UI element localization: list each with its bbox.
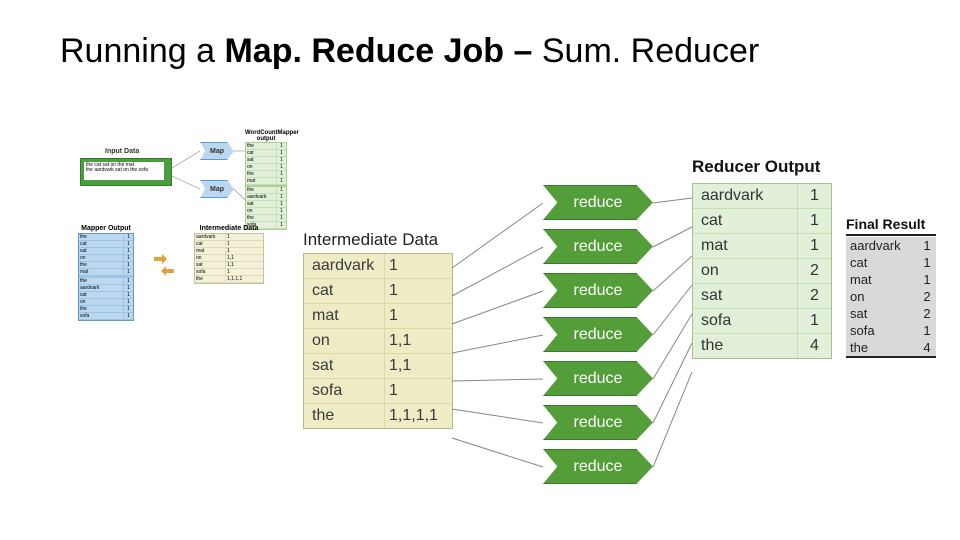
cell-key: aardvark bbox=[846, 237, 918, 254]
table-row: sofa1 bbox=[846, 322, 936, 339]
title-suffix: Sum. Reducer bbox=[542, 32, 759, 70]
cell-key: mat bbox=[846, 271, 918, 288]
cell-key: the bbox=[693, 334, 797, 358]
cell-value: 1,1 bbox=[384, 354, 452, 378]
cell-key: cat bbox=[304, 279, 384, 303]
table-row: the4 bbox=[693, 334, 831, 358]
table-row: cat1 bbox=[304, 279, 452, 304]
cell-value: 1 bbox=[384, 379, 452, 403]
thumb-mo-header: Mapper Output bbox=[78, 225, 134, 232]
thumb-connector-lines bbox=[80, 130, 280, 220]
cell-value: 1 bbox=[384, 254, 452, 278]
table-row: mat1 bbox=[693, 234, 831, 259]
cell-value: 1 bbox=[384, 304, 452, 328]
thumb-mo-table: the1cat1sat1on1the1mat1the1aardvark1sat1… bbox=[78, 233, 134, 321]
reduce-box: reduce bbox=[543, 449, 653, 484]
thumb-shuffle-icon bbox=[152, 253, 176, 277]
cell-key: aardvark bbox=[693, 184, 797, 208]
table-row: cat1 bbox=[693, 209, 831, 234]
cell-value: 1 bbox=[797, 309, 831, 333]
final-result-table: aardvark1cat1mat1on2sat2sofa1the4 bbox=[846, 237, 936, 358]
thumb-map-row: Input Data the cat sat on the mat the aa… bbox=[80, 130, 280, 220]
cell-value: 1 bbox=[797, 184, 831, 208]
cell-key: the bbox=[304, 404, 384, 428]
cell-value: 1 bbox=[797, 209, 831, 233]
cell-key: sat bbox=[846, 305, 918, 322]
table-row: aardvark1 bbox=[693, 184, 831, 209]
reduce-box: reduce bbox=[543, 405, 653, 440]
page-title: Running a Map. Reduce Job – Sum. Reducer bbox=[60, 32, 759, 71]
cell-key: sofa bbox=[846, 322, 918, 339]
cell-value: 2 bbox=[797, 259, 831, 283]
thumb-int-header: Intermediate Data bbox=[194, 225, 264, 232]
table-row: on1,1 bbox=[304, 329, 452, 354]
final-result-header: Final Result bbox=[846, 216, 936, 236]
table-row: cat1 bbox=[846, 254, 936, 271]
table-row: the1,1,1,1 bbox=[304, 404, 452, 428]
cell-key: aardvark bbox=[304, 254, 384, 278]
reducer-output-panel: Reducer Output aardvark1cat1mat1on2sat2s… bbox=[692, 157, 832, 359]
final-result-panel: Final Result aardvark1cat1mat1on2sat2sof… bbox=[846, 216, 936, 358]
table-row: aardvark1 bbox=[846, 237, 936, 254]
reduce-box: reduce bbox=[543, 361, 653, 396]
thumb-mapper-output: Mapper Output the1cat1sat1on1the1mat1the… bbox=[78, 225, 134, 321]
cell-key: sat bbox=[693, 284, 797, 308]
title-bold: Map. Reduce Job – bbox=[224, 32, 541, 70]
cell-key: cat bbox=[693, 209, 797, 233]
table-row: aardvark1 bbox=[304, 254, 452, 279]
reduce-box: reduce bbox=[543, 273, 653, 308]
intermediate-header: Intermediate Data bbox=[303, 230, 453, 250]
cell-value: 1 bbox=[918, 237, 936, 254]
reduce-box: reduce bbox=[543, 317, 653, 352]
table-row: on2 bbox=[693, 259, 831, 284]
cell-value: 1,1,1,1 bbox=[384, 404, 452, 428]
cell-value: 4 bbox=[918, 339, 936, 356]
cell-key: mat bbox=[693, 234, 797, 258]
cell-key: on bbox=[846, 288, 918, 305]
table-row: sat2 bbox=[846, 305, 936, 322]
table-row: mat1 bbox=[304, 304, 452, 329]
cell-value: 2 bbox=[918, 288, 936, 305]
cell-value: 4 bbox=[797, 334, 831, 358]
table-row: mat1 bbox=[846, 271, 936, 288]
thumb-int-table: aardvark1cat1mat1on1,1sat1,1sofa1the1,1,… bbox=[194, 233, 264, 284]
table-row: sat1,1 bbox=[304, 354, 452, 379]
cell-value: 2 bbox=[918, 305, 936, 322]
cell-key: sofa bbox=[693, 309, 797, 333]
thumb-bottom-row: Mapper Output the1cat1sat1on1the1mat1the… bbox=[78, 225, 264, 321]
cell-key: on bbox=[304, 329, 384, 353]
thumbnail-area: Input Data the cat sat on the mat the aa… bbox=[80, 130, 280, 220]
cell-key: sat bbox=[304, 354, 384, 378]
cell-value: 1 bbox=[918, 322, 936, 339]
cell-key: sofa bbox=[304, 379, 384, 403]
cell-value: 1,1 bbox=[384, 329, 452, 353]
reducer-output-table: aardvark1cat1mat1on2sat2sofa1the4 bbox=[692, 183, 832, 359]
cell-key: mat bbox=[304, 304, 384, 328]
reduce-box: reduce bbox=[543, 185, 653, 220]
intermediate-table: aardvark1cat1mat1on1,1sat1,1sofa1the1,1,… bbox=[303, 253, 453, 429]
cell-key: cat bbox=[846, 254, 918, 271]
reduce-stage: reduce reduce reduce reduce reduce reduce redu… bbox=[543, 185, 653, 493]
reduce-box: reduce bbox=[543, 229, 653, 264]
table-row: sat2 bbox=[693, 284, 831, 309]
intermediate-data-panel: Intermediate Data aardvark1cat1mat1on1,1… bbox=[303, 230, 453, 429]
thumb-intermediate: Intermediate Data aardvark1cat1mat1on1,1… bbox=[194, 225, 264, 284]
table-row: the4 bbox=[846, 339, 936, 356]
cell-value: 1 bbox=[918, 271, 936, 288]
cell-value: 2 bbox=[797, 284, 831, 308]
table-row: sofa1 bbox=[693, 309, 831, 334]
table-row: on2 bbox=[846, 288, 936, 305]
cell-value: 1 bbox=[384, 279, 452, 303]
cell-value: 1 bbox=[918, 254, 936, 271]
title-prefix: Running a bbox=[60, 32, 224, 70]
table-row: sofa1 bbox=[304, 379, 452, 404]
reducer-output-header: Reducer Output bbox=[692, 157, 832, 177]
cell-value: 1 bbox=[797, 234, 831, 258]
cell-key: the bbox=[846, 339, 918, 356]
cell-key: on bbox=[693, 259, 797, 283]
